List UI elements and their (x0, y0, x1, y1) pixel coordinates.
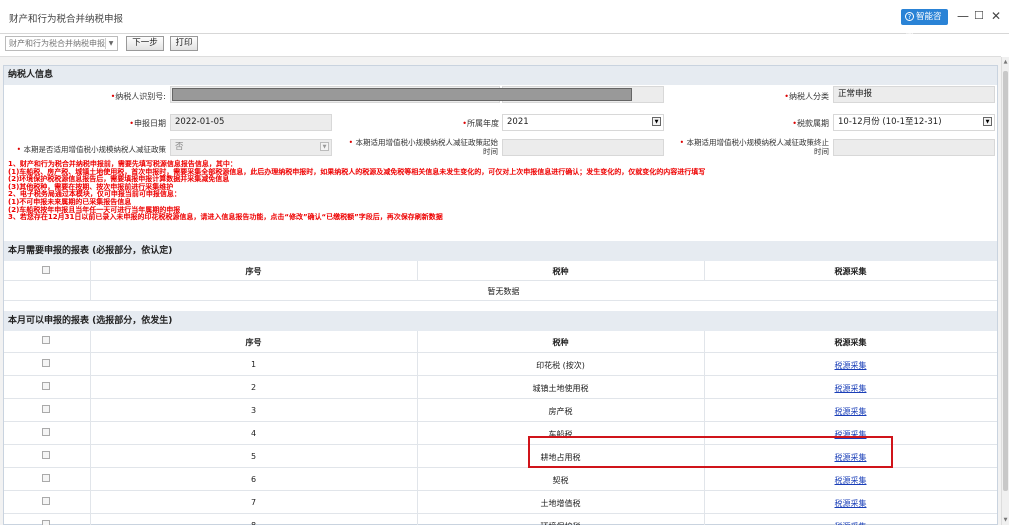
chevron-down-icon: ▼ (320, 142, 329, 151)
column-header-source: 税源采集 (834, 267, 867, 276)
notice-text: 1、财产和行为税合并纳税申报前，需要先填写税源信息报告信息，其中： (1)车船税… (8, 160, 993, 222)
column-divider (417, 331, 418, 525)
taxpayer-section-title: 纳税人信息 (4, 66, 997, 85)
required-forms-title: 本月需要申报的报表 (必报部分，依认定) (4, 241, 997, 261)
optional-forms-title: 本月可以申报的报表 (选报部分，依发生) (4, 311, 997, 331)
next-step-button[interactable]: 下一步 (126, 36, 164, 51)
row-number: 1 (250, 360, 257, 369)
tax-source-collect-link[interactable]: 税源采集 (704, 498, 997, 509)
policy-end-label: • 本期适用增值税小规模纳税人减征政策终止 时间 (679, 138, 829, 156)
row-number: 7 (250, 498, 257, 507)
tax-period-label: •税款属期 (792, 119, 829, 128)
minimize-icon[interactable]: — (957, 9, 969, 23)
window-titlebar: 财产和行为税合并纳税申报 ? 智能咨询 — ☐ ✕ (0, 0, 1009, 38)
main-content: 纳税人信息 •纳税人识别号: •纳税人分类 正常申报 •申报日期 2022-01… (0, 57, 1001, 525)
column-header-source: 税源采集 (834, 338, 867, 347)
row-divider (4, 421, 997, 422)
row-number: 6 (250, 475, 257, 484)
row-checkbox[interactable] (42, 382, 50, 390)
row-tax-type: 印花税 (按次) (536, 361, 585, 370)
declaration-date-field: 2022-01-05 (170, 114, 332, 131)
row-number: 3 (250, 406, 257, 415)
row-tax-type: 环境保护税 (417, 521, 704, 525)
row-divider (4, 280, 997, 281)
row-number: 8 (90, 521, 417, 525)
column-divider (704, 331, 705, 525)
declaration-type-select[interactable]: 财产和行为税合并纳税申报 ▼ (5, 36, 118, 51)
taxpayer-category-field: 正常申报 (833, 86, 995, 103)
policy-start-field[interactable] (502, 139, 664, 156)
row-checkbox[interactable] (42, 474, 50, 482)
row-number: 5 (250, 452, 257, 461)
print-button[interactable]: 打印 (170, 36, 198, 51)
tax-period-value: 10-12月份 (10-1至12-31) (838, 117, 942, 127)
policy-end-field[interactable] (833, 139, 995, 156)
tax-period-select[interactable]: 10-12月份 (10-1至12-31) ▼ (833, 114, 995, 131)
column-header-no: 序号 (245, 338, 262, 347)
highlight-box (528, 436, 893, 468)
tax-source-collect-link[interactable]: 税源采集 (704, 406, 997, 417)
row-checkbox[interactable] (42, 359, 50, 367)
row-checkbox[interactable] (42, 497, 50, 505)
row-number: 2 (250, 383, 257, 392)
row-tax-type: 房产税 (548, 407, 573, 416)
small-scale-policy-label: • 本期是否适用增值税小规模纳税人减征政策 (16, 145, 166, 154)
taxpayer-category-label: •纳税人分类 (784, 92, 829, 101)
window-title: 财产和行为税合并纳税申报 (9, 14, 124, 25)
small-scale-policy-value: 否 (175, 142, 184, 152)
row-tax-type: 契税 (552, 476, 569, 485)
select-all-checkbox[interactable] (42, 336, 50, 344)
scroll-up-icon[interactable]: ▲ (1002, 59, 1009, 65)
row-checkbox[interactable] (42, 520, 50, 525)
tax-source-collect-link[interactable]: 税源采集 (704, 521, 997, 525)
declaration-panel: 纳税人信息 •纳税人识别号: •纳税人分类 正常申报 •申报日期 2022-01… (3, 65, 998, 525)
row-divider (4, 352, 997, 353)
fiscal-year-value: 2021 (507, 117, 529, 127)
row-checkbox[interactable] (42, 405, 50, 413)
declaration-date-label: •申报日期 (129, 119, 166, 128)
column-header-tax: 税种 (552, 338, 569, 347)
chevron-down-icon: ▼ (983, 117, 992, 126)
select-all-checkbox[interactable] (42, 266, 50, 274)
row-divider (4, 398, 997, 399)
scrollbar-thumb[interactable] (1003, 71, 1008, 491)
row-divider (4, 490, 997, 491)
tax-source-collect-link[interactable]: 税源采集 (704, 475, 997, 486)
row-checkbox[interactable] (42, 451, 50, 459)
row-divider (4, 513, 997, 514)
row-checkbox[interactable] (42, 428, 50, 436)
taxpayer-id-label: •纳税人识别号: (110, 92, 166, 101)
close-icon[interactable]: ✕ (991, 9, 1001, 23)
smart-consult-button[interactable]: ? 智能咨询 (901, 9, 948, 38)
column-header-no: 序号 (245, 267, 262, 276)
tax-source-collect-link[interactable]: 税源采集 (704, 360, 997, 371)
vertical-scrollbar[interactable]: ▲ ▼ (1001, 57, 1009, 525)
redacted-taxpayer-id (172, 88, 632, 101)
chevron-down-icon: ▼ (652, 117, 661, 126)
notice-line: 2、电子税务局通过本模块，仅可申报当前可申报信息： (8, 190, 181, 199)
column-divider (90, 331, 91, 525)
notice-line: 3、若您存在12月31日以前已录入未申报的印花税税源信息，请进入信息报告功能，点… (8, 213, 443, 222)
small-scale-policy-select[interactable]: 否 ▼ (170, 139, 332, 156)
row-divider (4, 300, 997, 301)
fiscal-year-label: •所属年度 (462, 119, 499, 128)
row-number: 4 (250, 429, 257, 438)
chevron-down-icon: ▼ (105, 38, 116, 49)
question-icon: ? (905, 12, 914, 21)
declaration-type-value: 财产和行为税合并纳税申报 (9, 39, 105, 48)
toolbar: 财产和行为税合并纳税申报 ▼ 下一步 打印 (0, 33, 1009, 55)
scroll-down-icon[interactable]: ▼ (1002, 517, 1009, 523)
row-tax-type: 土地增值税 (540, 499, 581, 508)
policy-start-label: • 本期适用增值税小规模纳税人减征政策起始 时间 (348, 138, 498, 156)
row-divider (4, 375, 997, 376)
tax-source-collect-link[interactable]: 税源采集 (704, 383, 997, 394)
fiscal-year-select[interactable]: 2021 ▼ (502, 114, 664, 131)
row-tax-type: 城镇土地使用税 (532, 384, 589, 393)
maximize-icon[interactable]: ☐ (974, 9, 984, 23)
empty-data-text: 暂无数据 (487, 287, 520, 296)
column-header-tax: 税种 (552, 267, 569, 276)
